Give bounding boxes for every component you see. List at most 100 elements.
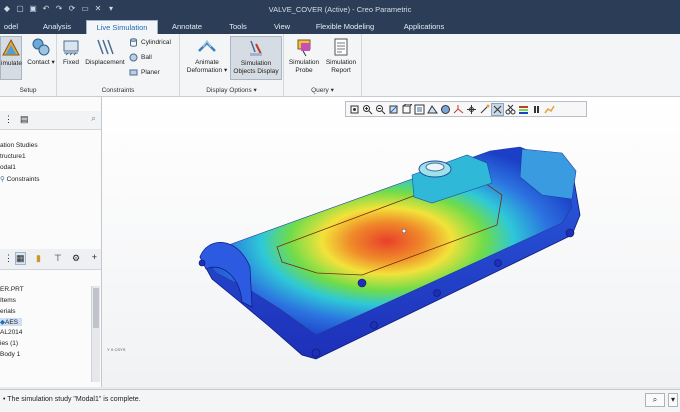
fixed-button[interactable]: Fixed	[61, 36, 81, 80]
ball-button[interactable]: Ball	[129, 53, 152, 62]
display-options-group-label: Display Options ▾	[206, 87, 257, 94]
menu-icon[interactable]: ⋮	[4, 114, 13, 125]
tree-item-simulation-studies[interactable]: ation Studies	[0, 142, 38, 149]
status-message: • The simulation study "Modal1" is compl…	[3, 396, 141, 403]
simulation-probe-button[interactable]: Simulation Probe	[286, 36, 322, 80]
status-message-text: The simulation study "Modal1" is complet…	[7, 396, 141, 403]
animate-label-2: Deformation	[186, 66, 223, 74]
status-bar: • The simulation study "Modal1" is compl…	[0, 389, 680, 412]
scrollbar-thumb[interactable]	[93, 288, 99, 328]
tab-model[interactable]: odel	[0, 20, 22, 34]
annotation-display-icon[interactable]	[479, 104, 490, 115]
saved-orientations-icon[interactable]	[401, 103, 414, 115]
report-label-2: Report	[331, 66, 351, 74]
menu-icon[interactable]: ⋮	[4, 253, 13, 264]
tree-item-part[interactable]: ER.PRT	[0, 286, 24, 293]
constraints-label: Constraints	[6, 176, 40, 183]
report-icon	[334, 38, 348, 56]
cut-icon[interactable]	[505, 104, 516, 115]
graphics-area[interactable]: Y X CSYS	[102, 97, 680, 387]
setup-group: imulate Contact ▾ Setup	[0, 34, 57, 96]
tab-tools[interactable]: Tools	[222, 20, 254, 34]
settings-icon[interactable]: ⚙	[72, 253, 80, 264]
display-style-icon[interactable]	[440, 104, 451, 115]
simulation-objects-display-button[interactable]: Simulation Objects Display	[230, 36, 282, 80]
folder-icon[interactable]: ▮	[36, 253, 41, 264]
tree-item-modal1[interactable]: odal1	[0, 164, 16, 171]
results-icon[interactable]	[544, 104, 555, 115]
binoculars-icon[interactable]: ⌕	[645, 393, 665, 407]
window-title: VALVE_COVER (Active) - Creo Parametric	[268, 5, 412, 14]
contact-button[interactable]: Contact ▾	[26, 36, 56, 80]
display-options-label: Display Options	[206, 87, 252, 94]
tree-item-constraints[interactable]: ⚲ Constraints	[0, 175, 39, 183]
query-label: Query	[311, 87, 329, 94]
cylindrical-label: Cylindrical	[141, 39, 171, 46]
model-tree-icon[interactable]: ▦	[15, 252, 26, 265]
probe-label-1: Simulation	[288, 59, 320, 66]
zoom-out-icon[interactable]	[375, 104, 386, 115]
tab-analysis[interactable]: Analysis	[37, 20, 77, 34]
filter-icon[interactable]: ⊤	[54, 253, 62, 264]
tree-item-items[interactable]: Items	[0, 297, 16, 304]
repaint-icon[interactable]	[388, 104, 399, 115]
animate-icon	[198, 39, 216, 52]
constraints-icon: ⚲	[0, 176, 5, 183]
tab-applications[interactable]: Applications	[396, 20, 452, 34]
perspective-view-icon[interactable]	[427, 104, 438, 115]
simulation-tree-toolbar: ⋮ ▤ ⌕	[0, 111, 101, 130]
tree-item-bodies[interactable]: ies (1)	[0, 340, 18, 347]
simulation-objects-label-2: Objects Display	[233, 67, 279, 75]
tab-live-simulation[interactable]: Live Simulation	[86, 20, 158, 34]
tree-item-materials[interactable]: erials	[0, 308, 16, 315]
contact-label: Contact	[27, 59, 50, 66]
ribbon: imulate Contact ▾ Setup Fixed Displaceme…	[0, 34, 680, 97]
tree-item-aes[interactable]: ◆AES	[0, 318, 23, 326]
tree-item-structure1[interactable]: tructure1	[0, 153, 26, 160]
valve-cover-model[interactable]: Y X CSYS	[102, 97, 680, 387]
animate-deformation-button[interactable]: Animate Deformation ▾	[184, 36, 230, 80]
displacement-button[interactable]: Displacement	[83, 36, 127, 80]
view-manager-icon[interactable]	[414, 104, 425, 115]
tree-scrollbar[interactable]	[91, 286, 100, 382]
displacement-label: Displacement	[85, 59, 125, 66]
ribbon-tabs: odel Analysis Live Simulation Annotate T…	[0, 20, 680, 34]
simulation-objects-label-1: Simulation	[240, 60, 272, 67]
simulate-icon	[2, 38, 20, 56]
planer-icon	[129, 69, 138, 76]
aes-label: AES	[5, 319, 19, 326]
status-bar-controls: ⌕ ▾	[645, 393, 678, 407]
csys-label: Y X CSYS	[107, 347, 126, 352]
graphics-toolbar	[345, 101, 587, 117]
probe-marker[interactable]	[401, 228, 407, 234]
datum-display-icon[interactable]	[453, 104, 464, 115]
simulate-button[interactable]: imulate	[0, 36, 22, 80]
tab-view[interactable]: View	[268, 20, 296, 34]
spin-center-icon[interactable]	[466, 104, 477, 115]
search-icon[interactable]: ⌕	[91, 113, 96, 124]
cylindrical-button[interactable]: Cylindrical	[129, 38, 171, 47]
tab-annotate[interactable]: Annotate	[166, 20, 208, 34]
add-icon[interactable]: +	[92, 252, 97, 262]
simulation-report-button[interactable]: Simulation Report	[322, 36, 360, 80]
tree-view-icon[interactable]: ▤	[20, 114, 29, 125]
simulation-display-icon[interactable]	[491, 102, 504, 116]
cylindrical-icon	[130, 38, 137, 47]
query-group: Simulation Probe Simulation Report Query…	[284, 34, 362, 96]
pause-icon[interactable]	[531, 104, 542, 115]
planer-label: Planer	[141, 69, 160, 76]
zoom-in-icon[interactable]	[362, 104, 373, 115]
tree-item-body-1[interactable]: Body 1	[0, 351, 20, 358]
simulate-label: imulate	[1, 60, 22, 67]
selection-filter-dropdown-icon[interactable]: ▾	[668, 393, 678, 407]
tree-item-al2014[interactable]: AL2014	[0, 329, 22, 336]
setup-group-label: Setup	[19, 87, 37, 94]
tab-flexible-modeling[interactable]: Flexible Modeling	[310, 20, 380, 34]
displacement-icon	[97, 39, 114, 55]
legend-icon[interactable]	[518, 104, 529, 115]
planer-button[interactable]: Planer	[129, 68, 160, 77]
probe-label-2: Probe	[295, 66, 313, 74]
probe-icon	[297, 39, 311, 57]
refit-icon[interactable]	[349, 104, 360, 115]
query-group-label: Query ▾	[311, 87, 334, 94]
